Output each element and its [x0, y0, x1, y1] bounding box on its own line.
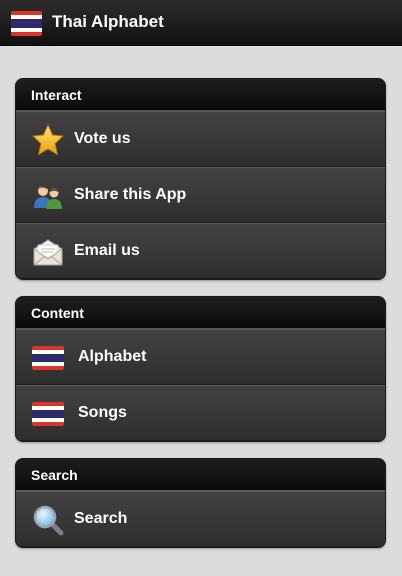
magnifier-icon — [33, 505, 64, 536]
vote-us-button[interactable]: Vote us — [16, 111, 385, 167]
interact-section: Interact Vote us Share this App Email us — [15, 78, 386, 280]
search-section-title: Search — [16, 459, 385, 491]
thai-flag-icon — [11, 11, 42, 36]
app-header: Thai Alphabet — [0, 0, 402, 46]
email-us-label: Email us — [74, 242, 140, 259]
search-section: Search Search — [15, 458, 386, 548]
envelope-icon — [33, 239, 63, 266]
songs-label: Songs — [78, 404, 127, 421]
search-button[interactable]: Search — [16, 491, 385, 547]
alphabet-label: Alphabet — [78, 348, 147, 365]
people-icon — [34, 185, 62, 209]
thai-flag-icon — [32, 346, 64, 370]
songs-button[interactable]: Songs — [16, 385, 385, 441]
content-section-title: Content — [16, 297, 385, 329]
search-label: Search — [74, 510, 128, 527]
app-title: Thai Alphabet — [52, 12, 164, 31]
content-section: Content Alphabet Songs — [15, 296, 386, 442]
star-icon — [32, 124, 64, 156]
share-app-button[interactable]: Share this App — [16, 167, 385, 223]
email-us-button[interactable]: Email us — [16, 223, 385, 279]
share-app-label: Share this App — [74, 186, 187, 203]
thai-flag-icon — [32, 402, 64, 426]
interact-section-title: Interact — [16, 79, 385, 111]
vote-us-label: Vote us — [74, 130, 131, 147]
alphabet-button[interactable]: Alphabet — [16, 329, 385, 385]
